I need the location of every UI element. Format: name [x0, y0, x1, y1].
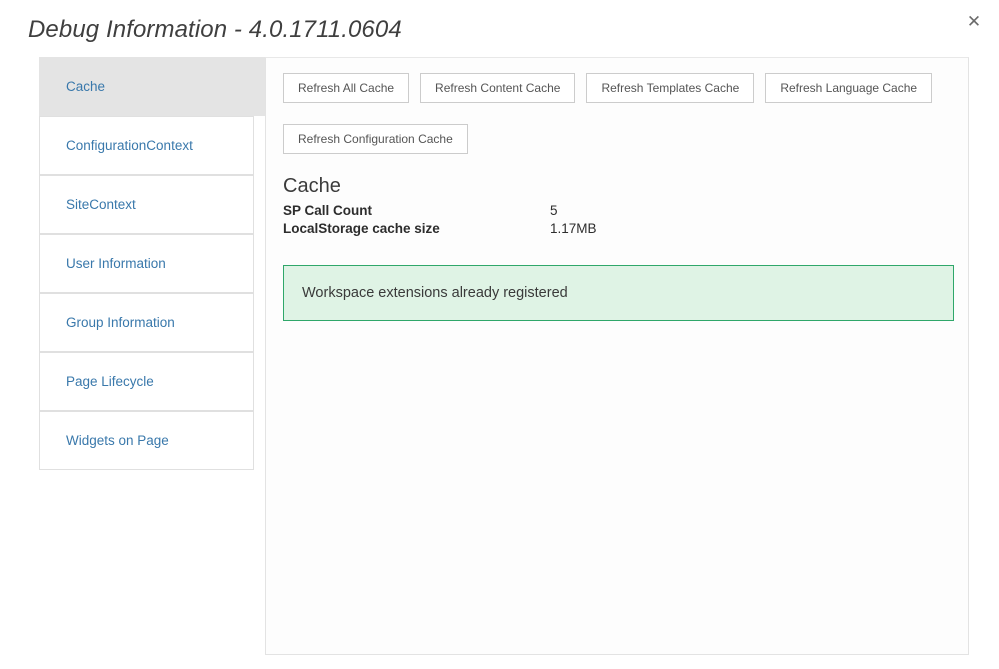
- table-row: LocalStorage cache size 1.17MB: [283, 220, 597, 238]
- sidebar-item-label: Group Information: [66, 315, 175, 330]
- cache-action-buttons-row-1: Refresh All Cache Refresh Content Cache …: [283, 73, 933, 103]
- content-panel: Refresh All Cache Refresh Content Cache …: [265, 57, 969, 655]
- section-heading: Cache: [283, 175, 341, 197]
- sidebar: Cache ConfigurationContext SiteContext U…: [39, 57, 266, 470]
- sidebar-item-user-information[interactable]: User Information: [39, 234, 254, 293]
- sidebar-item-page-lifecycle[interactable]: Page Lifecycle: [39, 352, 254, 411]
- debug-information-dialog: Debug Information - 4.0.1711.0604 ✕ Cach…: [0, 0, 999, 669]
- sidebar-item-sitecontext[interactable]: SiteContext: [39, 175, 254, 234]
- sidebar-item-label: SiteContext: [66, 197, 136, 212]
- cache-details-table: SP Call Count 5 LocalStorage cache size …: [283, 202, 597, 238]
- close-icon[interactable]: ✕: [962, 10, 986, 34]
- sidebar-item-label: Cache: [66, 79, 106, 94]
- sidebar-item-group-information[interactable]: Group Information: [39, 293, 254, 352]
- refresh-templates-cache-button[interactable]: Refresh Templates Cache: [586, 73, 755, 103]
- detail-value: 1.17MB: [550, 221, 597, 236]
- detail-key: LocalStorage cache size: [283, 221, 440, 236]
- sidebar-item-widgets-on-page[interactable]: Widgets on Page: [39, 411, 254, 470]
- sidebar-item-label: Page Lifecycle: [66, 374, 154, 389]
- status-banner-text: Workspace extensions already registered: [302, 285, 568, 301]
- table-row: SP Call Count 5: [283, 202, 597, 220]
- detail-value: 5: [550, 203, 558, 218]
- refresh-configuration-cache-button[interactable]: Refresh Configuration Cache: [283, 124, 468, 154]
- sidebar-item-label: User Information: [66, 256, 166, 271]
- sidebar-item-label: Widgets on Page: [66, 433, 169, 448]
- status-banner: Workspace extensions already registered: [283, 265, 954, 321]
- sidebar-item-label: ConfigurationContext: [66, 138, 193, 153]
- refresh-all-cache-button[interactable]: Refresh All Cache: [283, 73, 410, 103]
- cache-action-buttons-row-2: Refresh Configuration Cache: [283, 124, 468, 154]
- refresh-language-cache-button[interactable]: Refresh Language Cache: [765, 73, 933, 103]
- sidebar-item-cache[interactable]: Cache: [39, 57, 266, 116]
- refresh-content-cache-button[interactable]: Refresh Content Cache: [420, 73, 576, 103]
- sidebar-item-configurationcontext[interactable]: ConfigurationContext: [39, 116, 254, 175]
- detail-key: SP Call Count: [283, 203, 373, 218]
- page-title: Debug Information - 4.0.1711.0604: [28, 16, 402, 43]
